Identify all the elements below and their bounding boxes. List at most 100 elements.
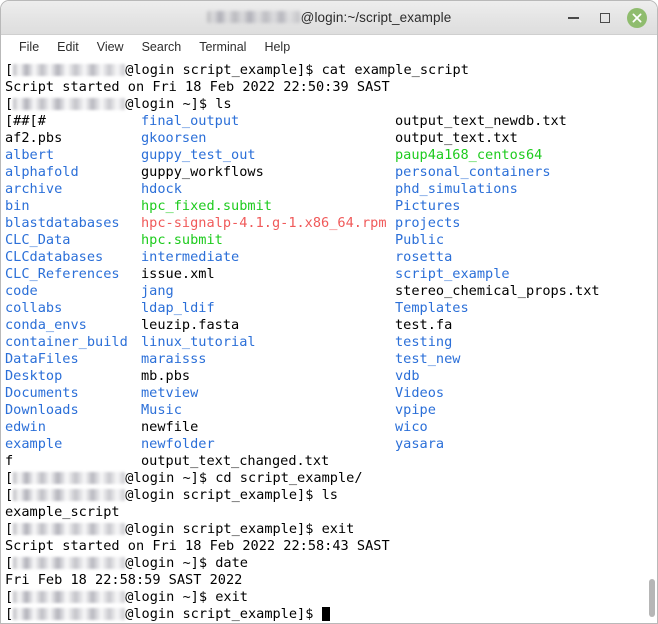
- ls-entry: Documents: [5, 385, 79, 401]
- ls-output-grid: [##[# af2.pbs albert alphafold archive bin bla…: [5, 113, 657, 470]
- window-title-text: @login:~/script_example: [300, 10, 452, 25]
- ls-entry: Videos: [395, 385, 445, 401]
- ls-entry: linux_tutorial: [141, 334, 256, 350]
- prompt-bracket: [: [5, 606, 14, 622]
- terminal-prompt-line: [@login script_example]$ cat example_scr…: [5, 62, 657, 79]
- terminal-output-line: Fri Feb 18 22:58:59 SAST 2022: [5, 572, 243, 588]
- ls-entry: issue.xml: [141, 266, 215, 282]
- ls-entry: wico: [395, 419, 428, 435]
- menu-item-file[interactable]: File: [10, 38, 48, 56]
- terminal-command: cd script_example/: [215, 470, 363, 486]
- terminal-prompt-line: [@login ~]$ date: [5, 555, 657, 572]
- ls-entry: ldap_ldif: [141, 300, 215, 316]
- prompt-text: @login script_example]$: [125, 521, 322, 537]
- menu-item-view[interactable]: View: [88, 38, 133, 56]
- redacted-username: [13, 591, 126, 603]
- terminal-prompt-line: [@login script_example]$ exit: [5, 521, 657, 538]
- prompt-text: @login script_example]$: [125, 606, 322, 622]
- menu-item-terminal[interactable]: Terminal: [190, 38, 255, 56]
- ls-entry: CLCdatabases: [5, 249, 104, 265]
- ls-entry: vpipe: [395, 402, 436, 418]
- maximize-icon[interactable]: [596, 10, 613, 27]
- menu-item-edit[interactable]: Edit: [48, 38, 88, 56]
- terminal-prompt-line: [ @login ~]$ cd script_example/: [5, 470, 657, 487]
- terminal-scrollbar[interactable]: [649, 3, 655, 623]
- redacted-username: [13, 64, 126, 76]
- ls-entry: Desktop: [5, 368, 63, 384]
- minimize-icon[interactable]: [565, 10, 582, 27]
- ls-entry: Templates: [395, 300, 469, 316]
- ls-entry: leuzip.fasta: [141, 317, 240, 333]
- terminal-command: exit: [321, 521, 355, 537]
- ls-entry: rosetta: [395, 249, 453, 265]
- ls-entry: hpc-signalp-4.1.g-1.x86_64.rpm: [141, 215, 387, 231]
- prompt-bracket: [: [5, 589, 14, 605]
- ls-entry: guppy_test_out: [141, 147, 256, 163]
- ls-entry: hpc.submit: [141, 232, 223, 248]
- ls-entry: paup4a168_centos64: [395, 147, 543, 163]
- ls-entry: output_text_newdb.txt: [395, 113, 567, 129]
- redacted-username: [13, 489, 126, 501]
- prompt-bracket: [: [5, 555, 14, 571]
- prompt-text: @login ~]$: [125, 470, 216, 486]
- ls-entry: mb.pbs: [141, 368, 191, 384]
- menu-bar: File Edit View Search Terminal Help: [1, 35, 657, 60]
- ls-entry: maraisss: [141, 351, 207, 367]
- ls-entry: bin: [5, 198, 30, 214]
- ls-entry: jang: [141, 283, 174, 299]
- ls-entry: archive: [5, 181, 63, 197]
- ls-entry: hpc_fixed.submit: [141, 198, 272, 214]
- prompt-text: @login ~]$: [125, 96, 216, 112]
- ls-entry: script_example: [395, 266, 510, 282]
- terminal-cursor: [321, 607, 330, 621]
- scrollbar-thumb[interactable]: [649, 579, 655, 617]
- ls-entry: gkoorsen: [141, 130, 207, 146]
- prompt-text: @login ~]$: [125, 555, 216, 571]
- redacted-username: [13, 98, 126, 110]
- ls-entry: albert: [5, 147, 55, 163]
- ls-entry: test_new: [395, 351, 461, 367]
- terminal-command: ls: [321, 487, 338, 503]
- ls-entry: output_text_changed.txt: [141, 453, 330, 469]
- ls-entry: hdock: [141, 181, 182, 197]
- prompt-bracket: [: [5, 470, 14, 486]
- ls-entry: example: [5, 436, 63, 452]
- terminal-output-line: example_script: [5, 504, 120, 520]
- ls-entry: container_build: [5, 334, 128, 350]
- ls-entry: conda_envs: [5, 317, 87, 333]
- ls-entry: Pictures: [395, 198, 461, 214]
- menu-item-search[interactable]: Search: [133, 38, 191, 56]
- ls-entry: guppy_workflows: [141, 164, 264, 180]
- menu-item-help[interactable]: Help: [255, 38, 299, 56]
- terminal-output-line: Script started on Fri 18 Feb 2022 22:50:…: [5, 79, 390, 95]
- terminal-prompt-line: [ @login script_example]$: [5, 606, 657, 623]
- redacted-username: [206, 11, 300, 23]
- ls-entry: testing: [395, 334, 453, 350]
- redacted-username: [13, 557, 126, 569]
- ls-entry: collabs: [5, 300, 63, 316]
- terminal-window: @login:~/script_example File Edit View S…: [0, 0, 658, 624]
- ls-entry: newfile: [141, 419, 199, 435]
- close-icon[interactable]: [627, 8, 647, 28]
- prompt-text: @login ~]$: [125, 589, 216, 605]
- terminal-output[interactable]: [@login script_example]$ cat example_scr…: [1, 60, 657, 623]
- ls-entry: metview: [141, 385, 199, 401]
- ls-entry: Downloads: [5, 402, 79, 418]
- ls-entry: f: [5, 453, 14, 469]
- ls-entry: final_output: [141, 113, 240, 129]
- prompt-bracket: [: [5, 62, 14, 78]
- ls-entry: CLC_References: [5, 266, 120, 282]
- prompt-text: @login script_example]$: [125, 487, 322, 503]
- ls-entry: [##[#: [5, 113, 46, 129]
- ls-column-1: [##[# af2.pbs albert alphafold archive bin bla…: [5, 113, 128, 470]
- ls-entry: edwin: [5, 419, 46, 435]
- ls-entry: vdb: [395, 368, 420, 384]
- ls-entry: Music: [141, 402, 182, 418]
- ls-entry: intermediate: [141, 249, 240, 265]
- redacted-username: [13, 608, 126, 620]
- ls-entry: DataFiles: [5, 351, 79, 367]
- redacted-username: [13, 472, 126, 484]
- ls-entry: af2.pbs: [5, 130, 63, 146]
- terminal-prompt-line: [@login ~]$ exit: [5, 589, 657, 606]
- ls-entry: yasara: [395, 436, 445, 452]
